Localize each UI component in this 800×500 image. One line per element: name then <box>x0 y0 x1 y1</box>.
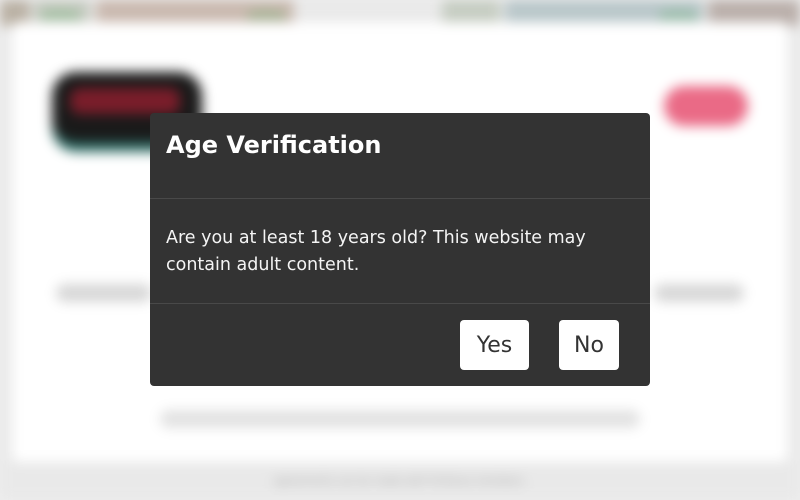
signup-button-blurred <box>664 86 748 126</box>
no-button[interactable]: No <box>559 320 619 370</box>
footer-text: agreements can be made with fictitious m… <box>273 476 527 487</box>
blurred-text-line <box>56 284 152 302</box>
blurred-text-line <box>654 284 744 302</box>
age-verification-dialog: Age Verification Are you at least 18 yea… <box>150 113 650 386</box>
dialog-message: Are you at least 18 years old? This webs… <box>166 228 586 275</box>
online-badge: online <box>660 8 697 22</box>
blurred-text-line <box>160 410 640 428</box>
yes-button[interactable]: Yes <box>460 320 529 370</box>
online-badge: online <box>42 8 79 22</box>
dialog-body: Are you at least 18 years old? This webs… <box>150 199 650 304</box>
dialog-title: Age Verification <box>166 131 382 159</box>
site-logo-mark <box>70 88 180 114</box>
dialog-header: Age Verification <box>150 113 650 199</box>
dialog-footer: Yes No <box>150 304 650 386</box>
online-badge: online <box>248 8 285 22</box>
